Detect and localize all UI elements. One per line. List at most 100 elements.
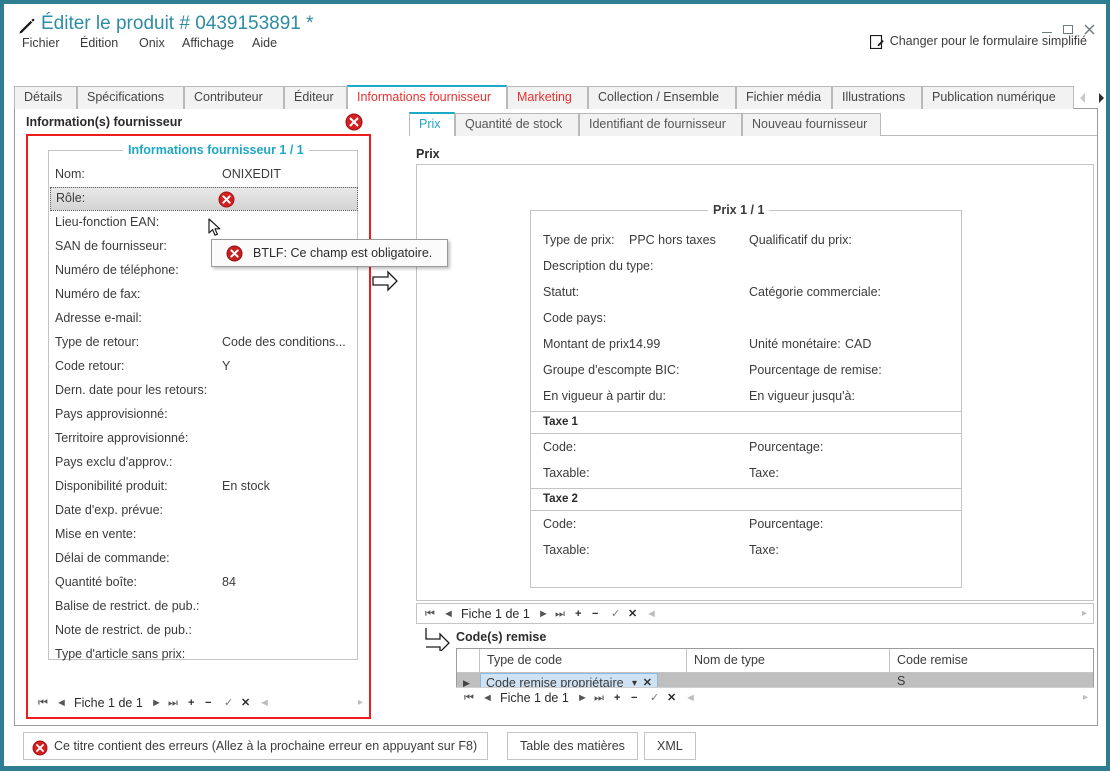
nav-prev-button[interactable]: ◄ <box>56 695 67 711</box>
error-status-button[interactable]: Ce titre contient des erreurs (Allez à l… <box>23 732 489 760</box>
field-row-type-article-sans-prix[interactable]: Type d'article sans prix: <box>50 643 358 667</box>
field-row-adresse-email[interactable]: Adresse e-mail: <box>50 307 358 331</box>
field-row-nom[interactable]: Nom: ONIXEDIT <box>50 163 358 187</box>
nav-more-button[interactable]: ◄ <box>259 695 270 711</box>
field-row-date-exp-prevue[interactable]: Date d'exp. prévue: <box>50 499 358 523</box>
nav-add-button[interactable]: + <box>188 695 194 711</box>
switch-to-simplified-form-link[interactable]: Changer pour le formulaire simplifié <box>869 34 1087 50</box>
taxe1-row-code[interactable]: Code: Pourcentage: <box>531 436 961 459</box>
nav-first-button[interactable]: ⏮ <box>425 606 435 622</box>
field-row-numero-fax[interactable]: Numéro de fax: <box>50 283 358 307</box>
nav-prev-button[interactable]: ◄ <box>482 690 493 706</box>
nav-cancel-button[interactable]: ✕ <box>667 690 676 706</box>
tab-scroll-right-icon[interactable] <box>1094 89 1106 107</box>
nav-prev-button[interactable]: ◄ <box>443 606 454 622</box>
field-row-lieu-fonction-ean[interactable]: Lieu-fonction EAN: <box>50 211 358 235</box>
grid-col-code-remise[interactable]: Code remise <box>890 649 1093 672</box>
field-label: Pays exclu d'approv.: <box>55 455 173 469</box>
grid-col-type-de-code[interactable]: Type de code <box>480 649 687 672</box>
field-row-delai-de-commande[interactable]: Délai de commande: <box>50 547 358 571</box>
field-row-disponibilite-produit[interactable]: Disponibilité produit: En stock <box>50 475 358 499</box>
nav-record-label: Fiche 1 de 1 <box>461 607 530 621</box>
tab-scroll-left-icon[interactable] <box>1076 89 1090 107</box>
nav-scroll-right-icon[interactable]: ▸ <box>1083 692 1088 703</box>
nav-cancel-button[interactable]: ✕ <box>628 606 637 622</box>
nav-next-button[interactable]: ► <box>151 695 162 711</box>
menu-edition[interactable]: Édition <box>78 32 120 54</box>
nav-remove-button[interactable]: − <box>631 690 637 706</box>
nav-add-button[interactable]: + <box>575 606 581 622</box>
nav-remove-button[interactable]: − <box>592 606 598 622</box>
nav-first-button[interactable]: ⏮ <box>464 690 474 706</box>
tab-fichier-media[interactable]: Fichier média <box>736 86 832 109</box>
nav-remove-button[interactable]: − <box>205 695 211 711</box>
nav-first-button[interactable]: ⏮ <box>38 695 48 711</box>
xml-button[interactable]: XML <box>644 732 696 760</box>
nav-last-button[interactable]: ⏭ <box>168 695 178 711</box>
field-row-role[interactable]: Rôle: <box>50 187 358 211</box>
price-row-type-de-prix[interactable]: Type de prix: PPC hors taxes Qualificati… <box>531 229 961 252</box>
field-row-territoire-approvisionne[interactable]: Territoire approvisionné: <box>50 427 358 451</box>
field-row-type-de-retour[interactable]: Type de retour: Code des conditions... <box>50 331 358 355</box>
field-row-balise-restriction-pub[interactable]: Balise de restrict. de pub.: <box>50 595 358 619</box>
price-section: Prix Quantité de stock Identifiant de fo… <box>400 109 1098 724</box>
taxe2-row-taxable[interactable]: Taxable: Taxe: <box>531 539 961 562</box>
tab-contributeur[interactable]: Contributeur <box>184 86 284 109</box>
field-row-code-retour[interactable]: Code retour: Y <box>50 355 358 379</box>
tab-marketing[interactable]: Marketing <box>507 86 588 109</box>
nav-last-button[interactable]: ⏭ <box>555 606 565 622</box>
nav-scroll-right-icon[interactable]: ▸ <box>358 697 363 708</box>
field-label: Date d'exp. prévue: <box>55 503 164 517</box>
field-row-quantite-boite[interactable]: Quantité boîte: 84 <box>50 571 358 595</box>
price-row-montant-de-prix[interactable]: Montant de prix: 14.99 Unité monétaire: … <box>531 333 961 356</box>
nav-next-button[interactable]: ► <box>577 690 588 706</box>
tab-identifiant-de-fournisseur[interactable]: Identifiant de fournisseur <box>579 113 742 136</box>
price-row-en-vigueur[interactable]: En vigueur à partir du: En vigueur jusqu… <box>531 385 961 408</box>
price-row-code-pays[interactable]: Code pays: <box>531 307 961 330</box>
nav-confirm-button[interactable]: ✓ <box>611 606 620 622</box>
tab-quantite-de-stock[interactable]: Quantité de stock <box>455 113 579 136</box>
grid-col-nom-de-type[interactable]: Nom de type <box>687 649 890 672</box>
nav-record-label: Fiche 1 de 1 <box>74 696 143 710</box>
tab-specifications[interactable]: Spécifications <box>77 86 184 109</box>
nav-next-button[interactable]: ► <box>538 606 549 622</box>
field-row-mise-en-vente[interactable]: Mise en vente: <box>50 523 358 547</box>
field-label: En vigueur à partir du: <box>543 389 666 403</box>
tab-prix[interactable]: Prix <box>409 112 455 136</box>
table-of-contents-button[interactable]: Table des matières <box>507 732 638 760</box>
tab-illustrations[interactable]: Illustrations <box>832 86 922 109</box>
field-row-pays-exclu-approv[interactable]: Pays exclu d'approv.: <box>50 451 358 475</box>
price-row-groupe-escompte-bic[interactable]: Groupe d'escompte BIC: Pourcentage de re… <box>531 359 961 382</box>
menu-fichier[interactable]: Fichier <box>20 32 62 54</box>
taxe1-row-taxable[interactable]: Taxable: Taxe: <box>531 462 961 485</box>
nav-confirm-button[interactable]: ✓ <box>224 695 233 711</box>
price-group-header-taxe-1: Taxe 1 <box>531 411 961 434</box>
taxe2-row-code[interactable]: Code: Pourcentage: <box>531 513 961 536</box>
nav-scroll-right-icon[interactable]: ▸ <box>1082 608 1087 619</box>
field-row-note-restriction-pub[interactable]: Note de restrict. de pub.: <box>50 619 358 643</box>
tab-details[interactable]: Détails <box>14 86 77 109</box>
nav-cancel-button[interactable]: ✕ <box>241 695 250 711</box>
field-label: Territoire approvisionné: <box>55 431 189 445</box>
field-row-derniere-date-retours[interactable]: Dern. date pour les retours: <box>50 379 358 403</box>
tab-publication-numerique[interactable]: Publication numérique <box>922 86 1074 109</box>
nav-last-button[interactable]: ⏭ <box>594 690 604 706</box>
nav-add-button[interactable]: + <box>614 690 620 706</box>
menu-aide[interactable]: Aide <box>250 32 279 54</box>
error-status-label: Ce titre contient des erreurs (Allez à l… <box>54 739 478 753</box>
price-row-description-du-type[interactable]: Description du type: <box>531 255 961 278</box>
nav-more-button[interactable]: ◄ <box>646 606 657 622</box>
tab-editeur[interactable]: Éditeur <box>284 86 347 109</box>
tab-collection-ensemble[interactable]: Collection / Ensemble <box>588 86 736 109</box>
tab-informations-fournisseur[interactable]: Informations fournisseur <box>347 85 507 109</box>
nav-confirm-button[interactable]: ✓ <box>650 690 659 706</box>
menu-affichage[interactable]: Affichage <box>180 32 236 54</box>
menu-onix[interactable]: Onix <box>137 32 167 54</box>
discount-codes-heading: Code(s) remise <box>456 630 547 644</box>
price-row-statut[interactable]: Statut: Catégorie commerciale: <box>531 281 961 304</box>
tab-nouveau-fournisseur[interactable]: Nouveau fournisseur <box>742 113 881 136</box>
field-label: Code: <box>543 517 577 531</box>
field-row-pays-approvisionne[interactable]: Pays approvisionné: <box>50 403 358 427</box>
price-fieldset-legend: Prix 1 / 1 <box>708 203 770 217</box>
nav-more-button[interactable]: ◄ <box>685 690 696 706</box>
